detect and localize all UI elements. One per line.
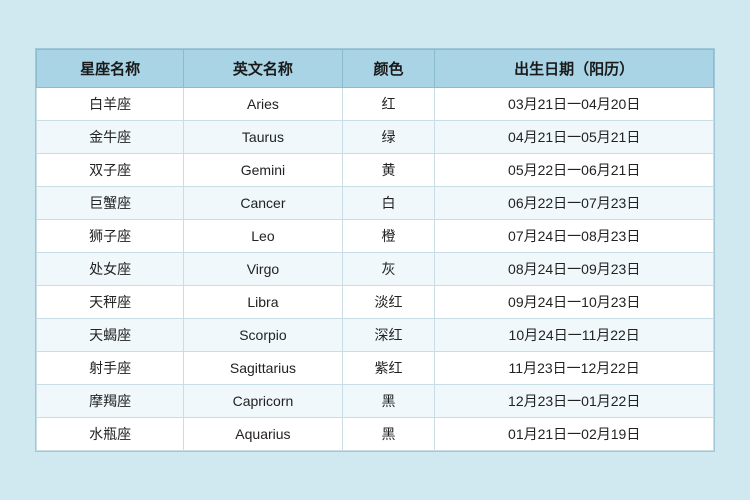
table-cell: Cancer [184,187,342,220]
table-row: 水瓶座Aquarius黑01月21日一02月19日 [37,418,714,451]
table-cell: 淡红 [342,286,435,319]
table-cell: Gemini [184,154,342,187]
table-row: 巨蟹座Cancer白06月22日一07月23日 [37,187,714,220]
table-cell: 橙 [342,220,435,253]
table-cell: 01月21日一02月19日 [435,418,714,451]
table-cell: 07月24日一08月23日 [435,220,714,253]
table-header-cell: 颜色 [342,50,435,88]
table-row: 处女座Virgo灰08月24日一09月23日 [37,253,714,286]
table-cell: 绿 [342,121,435,154]
table-cell: Virgo [184,253,342,286]
table-cell: 03月21日一04月20日 [435,88,714,121]
table-row: 摩羯座Capricorn黑12月23日一01月22日 [37,385,714,418]
table-cell: Leo [184,220,342,253]
table-row: 白羊座Aries红03月21日一04月20日 [37,88,714,121]
table-cell: Aquarius [184,418,342,451]
table-cell: 深红 [342,319,435,352]
table-row: 射手座Sagittarius紫红11月23日一12月22日 [37,352,714,385]
table-body: 白羊座Aries红03月21日一04月20日金牛座Taurus绿04月21日一0… [37,88,714,451]
table-row: 天蝎座Scorpio深红10月24日一11月22日 [37,319,714,352]
table-header-cell: 星座名称 [37,50,184,88]
table-row: 金牛座Taurus绿04月21日一05月21日 [37,121,714,154]
table-cell: 摩羯座 [37,385,184,418]
table-cell: 09月24日一10月23日 [435,286,714,319]
table-cell: 12月23日一01月22日 [435,385,714,418]
table-cell: 双子座 [37,154,184,187]
table-cell: 06月22日一07月23日 [435,187,714,220]
table-row: 双子座Gemini黄05月22日一06月21日 [37,154,714,187]
table-cell: 处女座 [37,253,184,286]
table-cell: 08月24日一09月23日 [435,253,714,286]
zodiac-table: 星座名称英文名称颜色出生日期（阳历） 白羊座Aries红03月21日一04月20… [36,49,714,451]
table-cell: 天蝎座 [37,319,184,352]
table-cell: 04月21日一05月21日 [435,121,714,154]
table-cell: Libra [184,286,342,319]
table-cell: 黑 [342,385,435,418]
table-cell: 水瓶座 [37,418,184,451]
table-cell: 10月24日一11月22日 [435,319,714,352]
table-cell: 紫红 [342,352,435,385]
table-header-row: 星座名称英文名称颜色出生日期（阳历） [37,50,714,88]
table-cell: 11月23日一12月22日 [435,352,714,385]
table-cell: Scorpio [184,319,342,352]
table-cell: 黑 [342,418,435,451]
table-cell: 05月22日一06月21日 [435,154,714,187]
table-cell: 白 [342,187,435,220]
table-cell: 黄 [342,154,435,187]
table-cell: Sagittarius [184,352,342,385]
table-cell: 灰 [342,253,435,286]
table-cell: Taurus [184,121,342,154]
table-cell: Aries [184,88,342,121]
table-cell: 金牛座 [37,121,184,154]
table-cell: 天秤座 [37,286,184,319]
table-header-cell: 英文名称 [184,50,342,88]
table-cell: 狮子座 [37,220,184,253]
table-cell: 巨蟹座 [37,187,184,220]
zodiac-table-container: 星座名称英文名称颜色出生日期（阳历） 白羊座Aries红03月21日一04月20… [35,48,715,452]
table-cell: 白羊座 [37,88,184,121]
table-cell: Capricorn [184,385,342,418]
table-header-cell: 出生日期（阳历） [435,50,714,88]
table-row: 狮子座Leo橙07月24日一08月23日 [37,220,714,253]
table-cell: 射手座 [37,352,184,385]
table-row: 天秤座Libra淡红09月24日一10月23日 [37,286,714,319]
table-cell: 红 [342,88,435,121]
